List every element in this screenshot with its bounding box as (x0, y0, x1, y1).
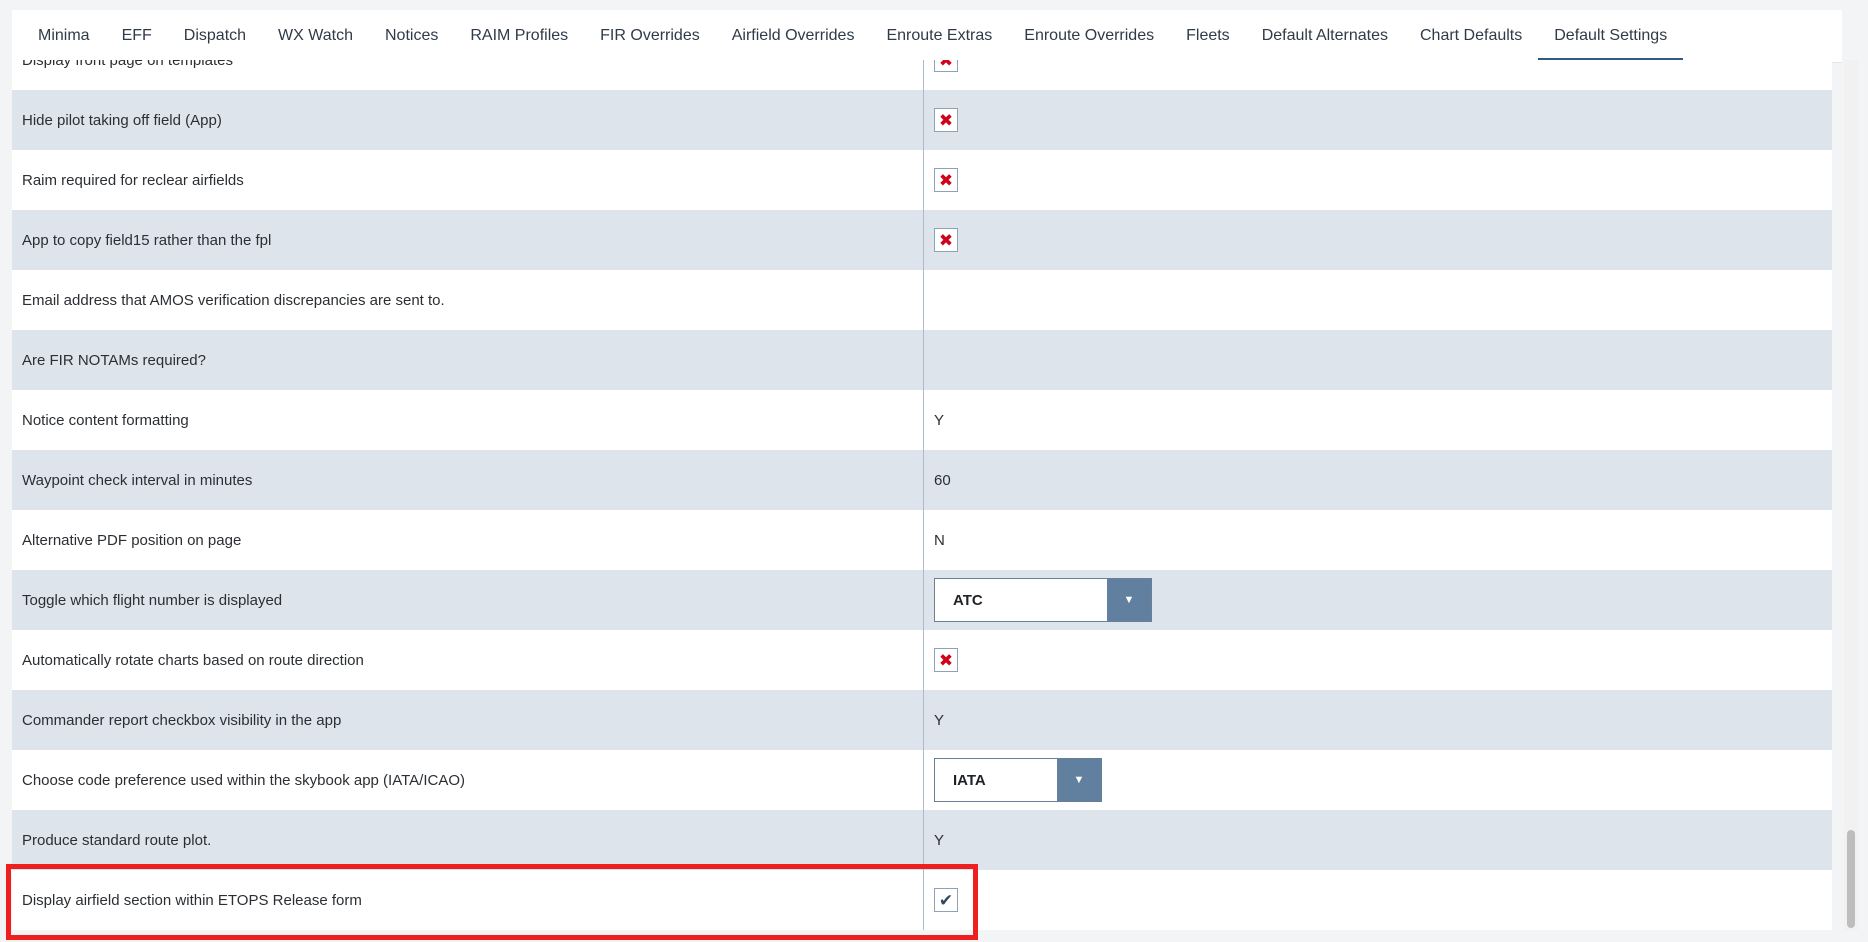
checkmark-icon: ✔ (938, 890, 954, 910)
tab-enroute-extras[interactable]: Enroute Extras (870, 10, 1008, 62)
setting-value-cell: IATA ▼ (923, 758, 1832, 802)
unchecked-checkbox[interactable]: ✖ (934, 228, 958, 252)
setting-row-waypoint-check-interval-in-minutes: Waypoint check interval in minutes 60 (12, 450, 1832, 510)
setting-row-raim-required-for-reclear-airfields: Raim required for reclear airfields ✖ (12, 150, 1832, 210)
setting-label: Commander report checkbox visibility in … (22, 711, 342, 729)
setting-label: Email address that AMOS verification dis… (22, 291, 445, 309)
setting-value: Y (934, 711, 945, 729)
setting-label: Automatically rotate charts based on rou… (22, 651, 364, 669)
setting-label: Toggle which flight number is displayed (22, 591, 283, 609)
settings-table: Display front page on templates ✖ Hide pil… (12, 60, 1832, 930)
setting-value-cell: Y (923, 832, 1832, 849)
setting-row-automatically-rotate-charts-based-on-route-directi: Automatically rotate charts based on rou… (12, 630, 1832, 690)
vertical-scrollbar[interactable] (1844, 60, 1858, 930)
select-value: IATA (953, 771, 986, 789)
tab-eff[interactable]: EFF (106, 10, 168, 62)
setting-label: Produce standard route plot. (22, 831, 212, 849)
unchecked-checkbox[interactable]: ✖ (934, 60, 958, 72)
setting-value-cell: ✖ (923, 108, 1832, 132)
tab-minima[interactable]: Minima (22, 10, 106, 62)
setting-value-cell: ATC ▼ (923, 578, 1832, 622)
setting-row-produce-standard-route-plot: Produce standard route plot. Y (12, 810, 1832, 870)
scrollbar-thumb[interactable] (1847, 830, 1855, 928)
close-x-icon: ✖ (938, 230, 954, 250)
column-divider (923, 60, 924, 930)
setting-select[interactable]: IATA ▼ (934, 758, 1102, 802)
setting-value: Y (934, 411, 945, 429)
tab-default-alternates[interactable]: Default Alternates (1246, 10, 1404, 62)
setting-row-display-airfield-section-within-etops-release-form: Display airfield section within ETOPS Re… (12, 870, 1832, 930)
setting-label: Display airfield section within ETOPS Re… (22, 891, 362, 909)
setting-label: App to copy field15 rather than the fpl (22, 231, 272, 249)
setting-label: Hide pilot taking off field (App) (22, 111, 222, 129)
setting-row-display-front-page-on-templates: Display front page on templates ✖ (12, 60, 1832, 90)
caret-down-icon[interactable]: ▼ (1057, 759, 1101, 801)
setting-value-cell: 60 (923, 472, 1832, 489)
setting-select[interactable]: ATC ▼ (934, 578, 1152, 622)
unchecked-checkbox[interactable]: ✖ (934, 648, 958, 672)
settings-rows: Display front page on templates ✖ Hide pil… (12, 60, 1832, 930)
setting-label: Are FIR NOTAMs required? (22, 351, 206, 369)
setting-row-email-address-that-amos-verification-discrepancies: Email address that AMOS verification dis… (12, 270, 1832, 330)
checked-checkbox[interactable]: ✔ (934, 888, 958, 912)
setting-row-hide-pilot-taking-off-field-app: Hide pilot taking off field (App) ✖ (12, 90, 1832, 150)
setting-value-cell: ✔ (923, 888, 1832, 912)
setting-row-choose-code-preference-used-within-the-skybook-app: Choose code preference used within the s… (12, 750, 1832, 810)
setting-value-cell: Y (923, 412, 1832, 429)
tab-fleets[interactable]: Fleets (1170, 10, 1246, 62)
tab-wx-watch[interactable]: WX Watch (262, 10, 369, 62)
setting-label: Notice content formatting (22, 411, 189, 429)
setting-row-notice-content-formatting: Notice content formatting Y (12, 390, 1832, 450)
setting-value-cell: Y (923, 712, 1832, 729)
setting-row-toggle-which-flight-number-is-displayed: Toggle which flight number is displayed A… (12, 570, 1832, 630)
tab-enroute-overrides[interactable]: Enroute Overrides (1008, 10, 1170, 62)
setting-label: Choose code preference used within the s… (22, 771, 466, 789)
setting-label: Display front page on templates (22, 60, 233, 69)
setting-value-cell: ✖ (923, 648, 1832, 672)
setting-value-cell: ✖ (923, 60, 1832, 72)
settings-tab-bar: Minima EFF Dispatch WX Watch Notices RAIM Pro… (12, 10, 1842, 63)
setting-label: Waypoint check interval in minutes (22, 471, 253, 489)
tab-raim-profiles[interactable]: RAIM Profiles (454, 10, 584, 62)
select-value: ATC (953, 591, 983, 609)
tab-airfield-overrides[interactable]: Airfield Overrides (716, 10, 871, 62)
tab-fir-overrides[interactable]: FIR Overrides (584, 10, 716, 62)
setting-row-app-to-copy-field15-rather-than-the-fpl: App to copy field15 rather than the fpl ✖ (12, 210, 1832, 270)
close-x-icon: ✖ (938, 170, 954, 190)
setting-value-cell: N (923, 532, 1832, 549)
tab-dispatch[interactable]: Dispatch (168, 10, 262, 62)
unchecked-checkbox[interactable]: ✖ (934, 108, 958, 132)
close-x-icon: ✖ (938, 650, 954, 670)
setting-value: 60 (934, 471, 951, 489)
setting-label: Alternative PDF position on page (22, 531, 242, 549)
close-x-icon: ✖ (938, 110, 954, 130)
setting-value: N (934, 531, 945, 549)
close-x-icon: ✖ (938, 60, 954, 70)
unchecked-checkbox[interactable]: ✖ (934, 168, 958, 192)
tab-chart-defaults[interactable]: Chart Defaults (1404, 10, 1538, 62)
setting-label: Raim required for reclear airfields (22, 171, 244, 189)
setting-value: Y (934, 831, 945, 849)
setting-value-cell: ✖ (923, 168, 1832, 192)
tab-notices[interactable]: Notices (369, 10, 454, 62)
setting-row-alternative-pdf-position-on-page: Alternative PDF position on page N (12, 510, 1832, 570)
caret-down-icon[interactable]: ▼ (1107, 579, 1151, 621)
setting-row-are-fir-notams-required: Are FIR NOTAMs required? (12, 330, 1832, 390)
tab-list: Minima EFF Dispatch WX Watch Notices RAIM Pro… (12, 10, 1842, 62)
setting-value-cell: ✖ (923, 228, 1832, 252)
setting-row-commander-report-checkbox-visibility-in-the-app: Commander report checkbox visibility in … (12, 690, 1832, 750)
tab-default-settings[interactable]: Default Settings (1538, 10, 1684, 62)
